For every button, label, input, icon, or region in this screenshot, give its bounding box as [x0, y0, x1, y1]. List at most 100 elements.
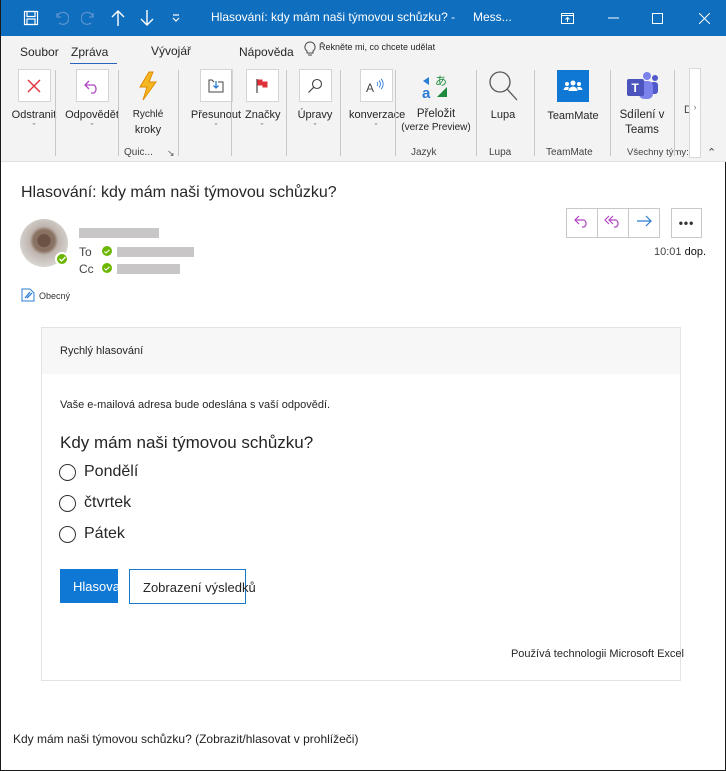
- close-icon[interactable]: [681, 0, 726, 36]
- poll-card-header: Rychlý hlasování: [42, 328, 680, 374]
- reply-icon: [574, 214, 590, 233]
- poll-privacy-note: Vaše e-mailová adresa bude odeslána s va…: [60, 399, 331, 411]
- save-icon[interactable]: [19, 6, 43, 30]
- group-label-teams: Všechny týmy:: [627, 147, 689, 158]
- group-label-quick: Quic...: [124, 147, 153, 158]
- translate-icon: aあ: [399, 69, 473, 102]
- tab-napoveda[interactable]: Nápověda: [239, 45, 294, 59]
- chevron-down-icon: ˇ: [214, 122, 218, 132]
- move-button[interactable]: Přesunout ˇ: [190, 69, 242, 132]
- quick-steps-label-2: kroky: [134, 124, 162, 136]
- radio-button[interactable]: [59, 494, 76, 512]
- reply-button[interactable]: Odpovědět ˇ: [64, 69, 120, 132]
- teammate-icon: [557, 70, 589, 102]
- collapse-ribbon-icon[interactable]: ⌃: [707, 146, 716, 159]
- flag-icon: [245, 69, 279, 102]
- teammate-label: TeamMate: [547, 110, 599, 122]
- down-arrow-icon[interactable]: [135, 6, 159, 30]
- svg-text:あ: あ: [435, 74, 447, 88]
- zoom-label: Lupa: [490, 109, 516, 121]
- view-in-browser-link[interactable]: Kdy mám naši týmovou schůzku? (Zobrazit/…: [13, 732, 358, 746]
- poll-card: Rychlý hlasování Vaše e-mailová adresa b…: [41, 327, 684, 681]
- message-time-ampm: dop.: [684, 246, 707, 258]
- translate-button[interactable]: aあ Přeložit (verze Preview): [399, 69, 473, 135]
- translate-label: Přeložit: [416, 108, 456, 120]
- editing-button[interactable]: Úpravy ˇ: [297, 69, 333, 132]
- quick-steps-label-1: Rychlé: [132, 109, 164, 120]
- outlook-message-window: Hlasování: kdy mám naši týmovou schůzku?…: [0, 0, 726, 771]
- ribbon-scroll-right[interactable]: ›: [689, 68, 701, 158]
- group-label-teammate: TeamMate: [546, 147, 593, 158]
- share-teams-label-2: Teams: [625, 124, 659, 136]
- group-label-language: Jazyk: [411, 147, 437, 158]
- reply-button[interactable]: [566, 208, 598, 238]
- teammate-button[interactable]: TeamMate: [542, 69, 604, 123]
- message-time-value: 10:01: [654, 246, 682, 258]
- recipient-status-icon: [102, 263, 112, 273]
- reply-label: Odpovědět: [65, 109, 119, 121]
- redo-icon[interactable]: [77, 6, 101, 30]
- powered-by-excel: Používá technologii Microsoft Excel: [510, 648, 684, 660]
- tags-button[interactable]: Značky ˇ: [245, 69, 281, 132]
- chevron-down-icon: ˇ: [313, 122, 317, 132]
- view-results-button[interactable]: Zobrazení výsledků: [129, 569, 256, 604]
- zoom-button[interactable]: Lupa: [483, 69, 523, 122]
- title-bar: Hlasování: kdy mám naši týmovou schůzku?…: [1, 0, 726, 36]
- recipient-status-icon: [102, 246, 112, 256]
- svg-text:A: A: [366, 81, 374, 94]
- to-recipient-redacted[interactable]: [117, 247, 194, 257]
- reply-icon: [75, 69, 109, 102]
- lightbulb-icon: [304, 41, 316, 62]
- editing-label: Úpravy: [297, 109, 333, 121]
- undo-icon[interactable]: [49, 6, 73, 30]
- minimize-icon[interactable]: [590, 0, 636, 36]
- cc-recipient-redacted[interactable]: [117, 264, 180, 274]
- vote-button[interactable]: Hlasovat: [60, 569, 118, 603]
- delete-label: Odstranit: [11, 109, 57, 121]
- maximize-icon[interactable]: [634, 0, 680, 36]
- tags-label: Značky: [245, 109, 281, 121]
- poll-option[interactable]: Pondělí: [59, 463, 138, 481]
- poll-option-label: Pátek: [84, 525, 125, 542]
- share-teams-label-1: Sdílení v: [619, 109, 665, 121]
- sensitivity-text: Obecný: [39, 291, 71, 301]
- forward-button[interactable]: [628, 208, 660, 238]
- ribbon: Odstranit ˇ Odpovědět ˇ Rychlé kroky Qui…: [1, 64, 726, 162]
- presence-available-icon: [55, 252, 69, 266]
- reply-all-icon: [604, 214, 622, 233]
- share-to-teams-button[interactable]: T Sdílení v Teams: [616, 69, 668, 138]
- to-label: To: [79, 245, 92, 259]
- dialog-launcher-icon[interactable]: ↘: [167, 148, 175, 159]
- tab-zprava[interactable]: Zpráva: [69, 45, 118, 65]
- poll-option[interactable]: Pátek: [59, 525, 125, 543]
- chevron-down-icon: ˇ: [32, 122, 36, 132]
- tab-soubor[interactable]: Soubor: [20, 45, 59, 59]
- ribbon-tabs: Soubor Zpráva Vývojář Nápověda Řekněte m…: [1, 36, 726, 65]
- chevron-down-icon: ˇ: [90, 122, 94, 132]
- more-actions-button[interactable]: •••: [671, 208, 702, 238]
- move-label: Přesunout: [190, 109, 242, 121]
- message-subject: Hlasování: kdy mám naši týmovou schůzku?: [21, 184, 337, 201]
- tell-me-search[interactable]: Řekněte mi, co chcete udělat: [319, 42, 435, 52]
- ribbon-display-icon[interactable]: [544, 0, 590, 36]
- app-name: Mess...: [473, 10, 512, 24]
- window-title: Hlasování: kdy mám naši týmovou schůzku?…: [211, 10, 456, 24]
- customize-qat-icon[interactable]: [164, 6, 188, 30]
- poll-question: Kdy mám naši týmovou schůzku?: [60, 433, 314, 452]
- more-icon: •••: [678, 216, 695, 230]
- move-icon: [199, 69, 233, 102]
- teams-icon: T: [616, 69, 668, 102]
- sensitivity-label[interactable]: Obecný: [21, 288, 70, 304]
- poll-option[interactable]: čtvrtek: [59, 494, 131, 512]
- delete-button[interactable]: Odstranit ˇ: [11, 69, 57, 132]
- radio-button[interactable]: [59, 463, 76, 481]
- quick-steps-button[interactable]: Rychlé kroky: [128, 69, 168, 138]
- tab-vyvojar[interactable]: Vývojář: [151, 44, 191, 58]
- reply-all-button[interactable]: [597, 208, 629, 238]
- up-arrow-icon[interactable]: [106, 6, 130, 30]
- radio-button[interactable]: [59, 525, 76, 543]
- message-actions: [566, 208, 660, 238]
- translate-sublabel: (verze Preview): [401, 122, 471, 133]
- sender-name-redacted[interactable]: [79, 228, 159, 238]
- poll-option-label: Pondělí: [84, 463, 139, 480]
